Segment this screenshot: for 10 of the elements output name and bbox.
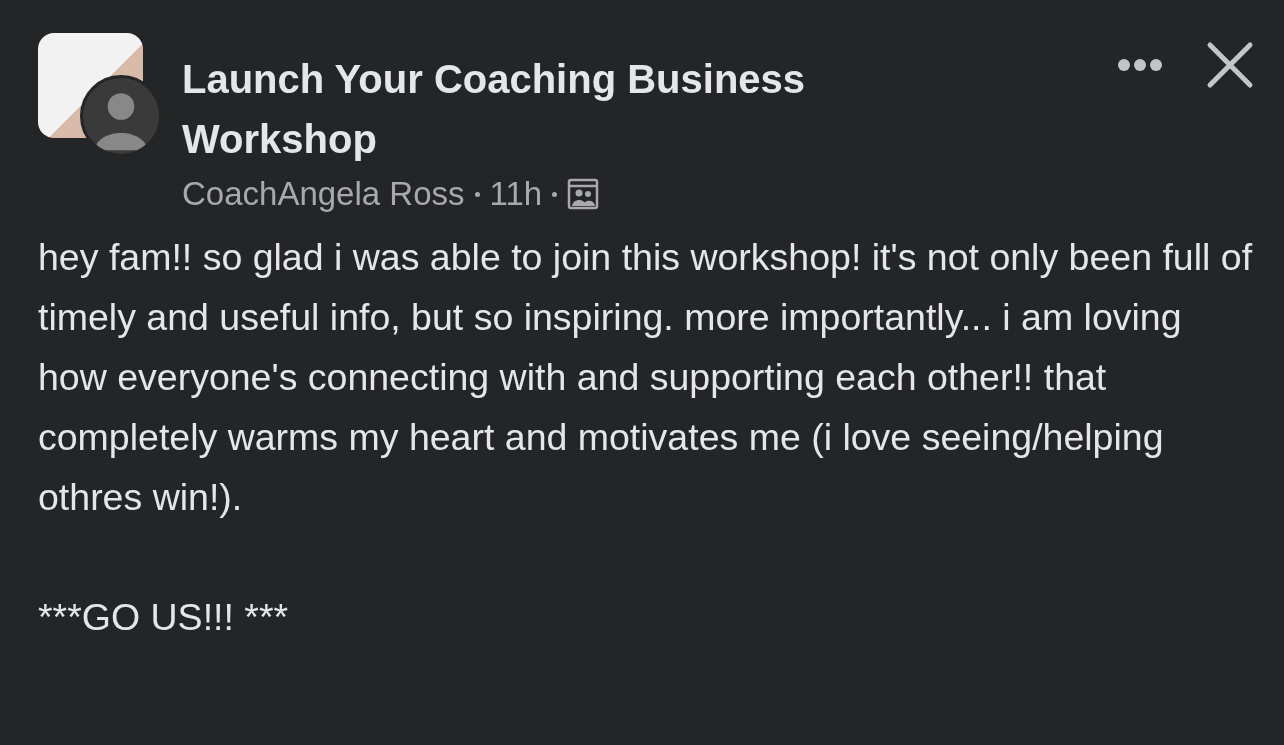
separator-dot [552,191,558,197]
group-privacy-icon [567,178,600,210]
post-text: ***GO US!!! *** [38,595,290,640]
separator-dot [474,191,480,197]
close-button[interactable] [1206,41,1254,89]
post-time[interactable]: 11h [489,175,543,213]
more-options-button[interactable] [1116,57,1164,73]
group-title[interactable]: Launch Your Coaching Business Workshop [182,49,902,169]
author-name[interactable]: CoachAngela Ross [182,175,465,213]
post-text: hey fam!! so glad i was able to join this workshop! it's not only been full of timely and useful info, but so inspiring. more importantly... i am loving how everyone's connecting with and supporting each other!! that completely warms my heart and motivates me (i love seeing/helping othres win!). [38,235,1254,520]
